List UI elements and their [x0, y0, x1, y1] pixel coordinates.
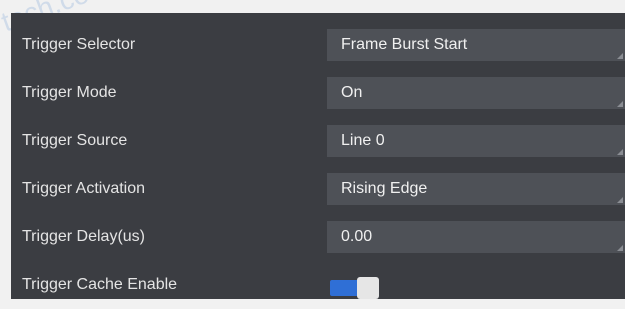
row-trigger-activation: Trigger Activation Rising Edge — [11, 165, 625, 213]
trigger-activation-label: Trigger Activation — [22, 180, 146, 197]
trigger-mode-dropdown[interactable]: On — [327, 77, 625, 109]
trigger-mode-value: On — [341, 84, 363, 101]
trigger-delay-input[interactable]: 0.00 — [327, 221, 625, 253]
dropdown-corner-icon — [617, 197, 623, 203]
trigger-delay-label: Trigger Delay(us) — [22, 228, 145, 245]
trigger-selector-label: Trigger Selector — [22, 36, 136, 53]
trigger-settings-panel: Trigger Selector Frame Burst Start Trigg… — [11, 13, 625, 299]
trigger-activation-value: Rising Edge — [341, 180, 428, 197]
trigger-source-dropdown[interactable]: Line 0 — [327, 125, 625, 157]
row-trigger-delay: Trigger Delay(us) 0.00 — [11, 213, 625, 261]
trigger-source-value: Line 0 — [341, 132, 385, 149]
dropdown-corner-icon — [617, 101, 623, 107]
trigger-selector-value: Frame Burst Start — [341, 36, 468, 53]
dropdown-corner-icon — [617, 149, 623, 155]
row-trigger-source: Trigger Source Line 0 — [11, 117, 625, 165]
toggle-track — [330, 280, 360, 296]
dropdown-corner-icon — [617, 53, 623, 59]
row-trigger-selector: Trigger Selector Frame Burst Start — [11, 21, 625, 69]
trigger-source-label: Trigger Source — [22, 132, 128, 149]
trigger-mode-label: Trigger Mode — [22, 84, 117, 101]
toggle-knob — [357, 277, 379, 299]
trigger-selector-dropdown[interactable]: Frame Burst Start — [327, 29, 625, 61]
trigger-cache-enable-label: Trigger Cache Enable — [22, 276, 178, 293]
input-corner-icon — [617, 245, 623, 251]
trigger-activation-dropdown[interactable]: Rising Edge — [327, 173, 625, 205]
row-trigger-mode: Trigger Mode On — [11, 69, 625, 117]
row-trigger-cache-enable: Trigger Cache Enable — [11, 261, 625, 309]
trigger-delay-value: 0.00 — [341, 228, 373, 245]
trigger-cache-enable-toggle[interactable] — [330, 277, 379, 299]
